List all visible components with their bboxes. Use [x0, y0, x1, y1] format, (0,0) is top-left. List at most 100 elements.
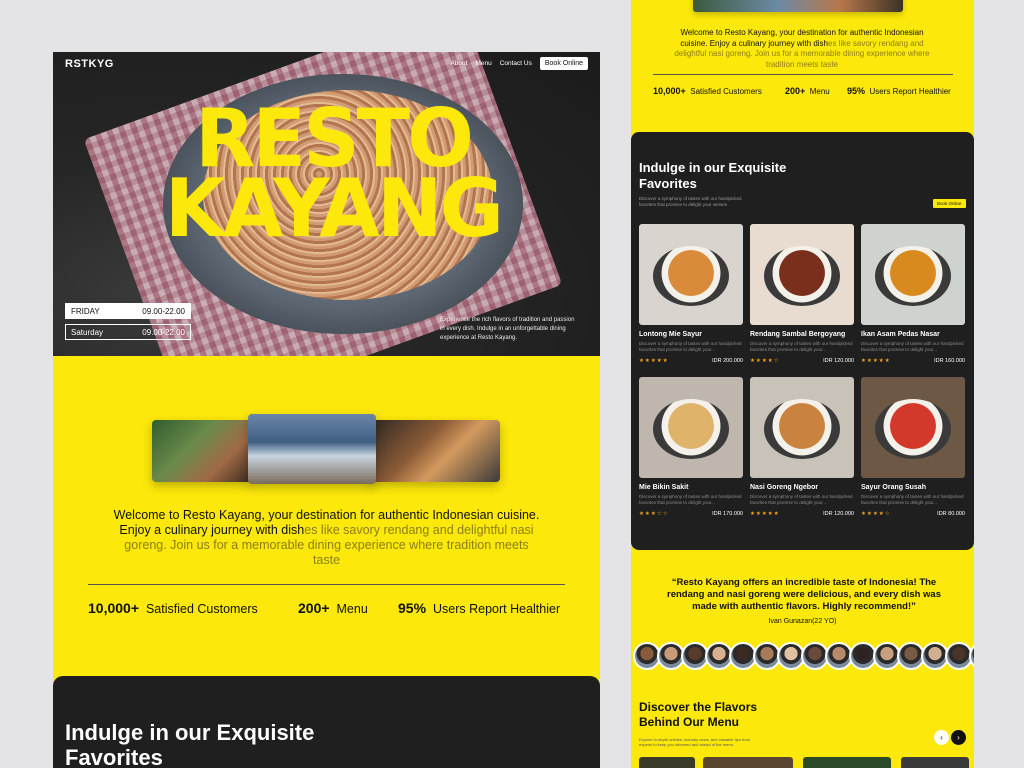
stat-menu: 200+ Menu — [298, 600, 368, 616]
landing-page-right: Welcome to Resto Kayang, your destinatio… — [631, 0, 974, 768]
dish-bowl-image — [653, 399, 729, 459]
menu-card[interactable]: Mie Bikin Sakit Discover a symphony of ta… — [639, 377, 743, 517]
stat-healthier: 95% Users Report Healthier — [847, 86, 951, 96]
landing-page-left: RSTKYG About Menu Contact Us Book Online… — [53, 52, 600, 768]
gallery-photo-strip — [693, 0, 903, 12]
article-thumbnail[interactable] — [703, 757, 793, 768]
gallery-photo-interior — [248, 414, 376, 484]
hours-friday: FRIDAY 09.00-22.00 — [65, 303, 191, 319]
book-online-button[interactable]: Book Online — [933, 199, 966, 208]
favorites-subtitle: Discover a symphony of tastes with our h… — [639, 196, 742, 207]
dish-name[interactable]: Rendang Sambal Bergoyang — [750, 331, 854, 338]
dish-meta: ★★★★☆ IDR 80.000 — [861, 511, 965, 517]
menu-card[interactable]: Sayur Orang Susah Discover a symphony of … — [861, 377, 965, 517]
brand-logo[interactable]: RSTKYG — [65, 58, 114, 70]
dish-description: Discover a symphony of tastes with our h… — [861, 341, 964, 352]
prev-arrow-button[interactable]: ‹ — [934, 730, 949, 745]
nav-menu[interactable]: Menu — [475, 60, 491, 67]
favorites-title: Indulge in our Exquisite Favorites — [639, 160, 787, 191]
discover-title: Discover the Flavors Behind Our Menu — [639, 700, 758, 729]
dish-price: IDR 120.000 — [823, 358, 854, 364]
dish-description: Discover a symphony of tastes with our h… — [861, 494, 964, 505]
dish-description: Discover a symphony of tastes with our h… — [639, 341, 742, 352]
stat-label: Satisfied Customers — [690, 87, 762, 96]
testimonial-author: Ivan Gunazan(22 YO) — [768, 618, 837, 625]
stat-value: 10,000+ — [653, 86, 686, 96]
stat-value: 10,000+ — [88, 600, 139, 616]
dish-meta: ★★★★★ IDR 120.000 — [750, 511, 854, 517]
dish-image[interactable] — [639, 224, 743, 325]
dish-price: IDR 200.000 — [712, 358, 743, 364]
rating-stars-icon: ★★★☆☆ — [639, 511, 669, 517]
dish-image[interactable] — [750, 377, 854, 478]
hours-day: FRIDAY — [71, 306, 100, 316]
article-thumbnail[interactable] — [901, 757, 969, 768]
stat-label: Satisfied Customers — [145, 602, 258, 616]
dish-description: Discover a symphony of tastes with our h… — [639, 494, 742, 505]
stat-value: 95% — [847, 86, 866, 96]
stat-value: 200+ — [785, 86, 806, 96]
dish-name[interactable]: Ikan Asam Pedas Nasar — [861, 331, 965, 338]
hours-day: Saturday — [71, 327, 104, 337]
stat-healthier: 95% Users Report Healthier — [398, 600, 560, 616]
stat-customers: 10,000+ Satisfied Customers — [653, 86, 762, 96]
hours-time: 09.00-22.00 — [142, 327, 185, 337]
stat-menu: 200+ Menu — [785, 86, 830, 96]
dish-price: IDR 170.000 — [712, 511, 743, 517]
menu-card[interactable]: Lontong Mie Sayur Discover a symphony of … — [639, 224, 743, 364]
stat-value: 95% — [398, 600, 427, 616]
rating-stars-icon: ★★★★★ — [861, 358, 891, 364]
divider — [653, 74, 953, 75]
welcome-text: Welcome to Resto Kayang, your destinatio… — [667, 28, 937, 70]
book-online-button[interactable]: Book Online — [539, 57, 588, 70]
hero-section: RSTKYG About Menu Contact Us Book Online… — [53, 52, 600, 356]
dish-meta: ★★★★☆ IDR 120.000 — [750, 358, 854, 364]
stat-label: Menu — [336, 602, 368, 616]
nav-contact[interactable]: Contact Us — [500, 60, 532, 67]
hero-title-line2: KAYANG — [164, 162, 504, 255]
top-nav: About Menu Contact Us Book Online — [450, 57, 588, 70]
next-arrow-button[interactable]: › — [951, 730, 966, 745]
favorites-section: Indulge in our Exquisite Favorites — [53, 676, 600, 768]
dish-image[interactable] — [750, 224, 854, 325]
discover-subtitle: Explore in-depth articles, industry news… — [639, 737, 750, 747]
dish-image[interactable] — [639, 377, 743, 478]
menu-card[interactable]: Nasi Goreng Ngebor Discover a symphony of… — [750, 377, 854, 517]
dish-image[interactable] — [861, 377, 965, 478]
dish-name[interactable]: Lontong Mie Sayur — [639, 331, 743, 338]
divider — [88, 584, 565, 585]
rating-stars-icon: ★★★★★ — [639, 358, 669, 364]
dish-bowl-image — [875, 399, 951, 459]
stat-label: Menu — [809, 87, 830, 96]
dish-image[interactable] — [861, 224, 965, 325]
dish-price: IDR 120.000 — [823, 511, 854, 517]
dish-price: IDR 80.000 — [937, 511, 965, 517]
menu-card[interactable]: Ikan Asam Pedas Nasar Discover a symphony… — [861, 224, 965, 364]
rating-stars-icon: ★★★★★ — [750, 511, 780, 517]
dish-description: Discover a symphony of tastes with our h… — [750, 494, 853, 505]
dish-name[interactable]: Mie Bikin Sakit — [639, 484, 743, 491]
hours-saturday: Saturday 09.00-22.00 — [65, 324, 191, 340]
article-thumbnail[interactable] — [639, 757, 695, 768]
stat-value: 200+ — [298, 600, 330, 616]
dish-meta: ★★★★★ IDR 160.000 — [861, 358, 965, 364]
menu-card[interactable]: Rendang Sambal Bergoyang Discover a symph… — [750, 224, 854, 364]
favorites-title: Indulge in our Exquisite Favorites — [65, 720, 315, 768]
article-thumbnail[interactable] — [803, 757, 891, 768]
dish-price: IDR 160.000 — [934, 358, 965, 364]
dish-description: Discover a symphony of tastes with our h… — [750, 341, 853, 352]
dish-bowl-image — [764, 246, 840, 306]
stat-label: Users Report Healthier — [432, 602, 561, 616]
hours-time: 09.00-22.00 — [142, 306, 185, 316]
dish-bowl-image — [875, 246, 951, 306]
welcome-text: Welcome to Resto Kayang, your destinatio… — [113, 508, 540, 568]
testimonial-quote: “Resto Kayang offers an incredible taste… — [667, 577, 941, 612]
dish-name[interactable]: Sayur Orang Susah — [861, 484, 965, 491]
stat-customers: 10,000+ Satisfied Customers — [88, 600, 258, 616]
dish-bowl-image — [764, 399, 840, 459]
favorites-section: Indulge in our Exquisite Favorites Disco… — [631, 132, 974, 550]
gallery-photo-dishes — [368, 420, 500, 482]
nav-about[interactable]: About — [450, 60, 467, 67]
dish-name[interactable]: Nasi Goreng Ngebor — [750, 484, 854, 491]
dish-meta: ★★★☆☆ IDR 170.000 — [639, 511, 743, 517]
